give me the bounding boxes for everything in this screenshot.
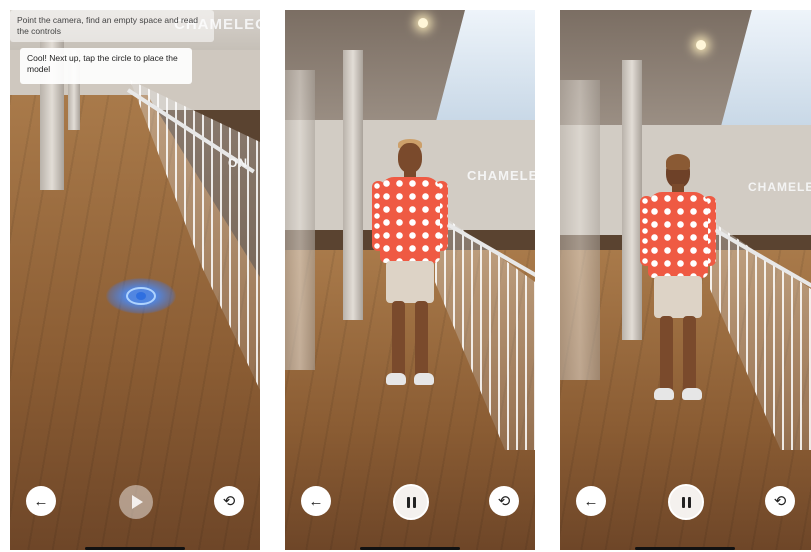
- pillar: [622, 60, 642, 340]
- instruction-banner: Point the camera, find an empty space an…: [10, 10, 214, 42]
- model-shoe: [414, 373, 434, 385]
- pause-button[interactable]: [668, 484, 704, 520]
- model-shorts: [654, 276, 702, 318]
- reset-button[interactable]: ⟲: [765, 486, 795, 516]
- model-shirt: [380, 177, 440, 263]
- back-button[interactable]: ←: [26, 486, 56, 516]
- model-shirt: [648, 192, 708, 278]
- model-shoe: [386, 373, 406, 385]
- home-indicator: [360, 547, 460, 550]
- model-shoe: [682, 388, 702, 400]
- ar-screen-placement: CHAMELEON ON Point the camera, find an e…: [10, 10, 260, 550]
- ar-screen-model-back: CHAMELE ← ⟲: [560, 10, 811, 550]
- tip-text: Cool! Next up, tap the circle to place t…: [27, 53, 178, 74]
- back-button[interactable]: ←: [576, 486, 606, 516]
- rotate-ccw-icon: ⟲: [773, 493, 787, 510]
- ceiling-lamp: [418, 18, 428, 28]
- ar-model-person-back[interactable]: [640, 154, 716, 413]
- model-leg: [683, 316, 696, 394]
- pause-icon: [406, 496, 416, 508]
- pause-button[interactable]: [393, 484, 429, 520]
- arrow-left-icon: ←: [583, 492, 599, 510]
- rotate-ccw-icon: ⟲: [497, 493, 511, 510]
- pillar: [560, 80, 600, 380]
- arrow-left-icon: ←: [308, 492, 324, 510]
- placement-target-circle[interactable]: [106, 278, 176, 314]
- pillar: [285, 70, 315, 370]
- model-leg: [392, 301, 405, 379]
- home-indicator: [635, 547, 735, 550]
- tip-banner: Cool! Next up, tap the circle to place t…: [20, 48, 192, 84]
- arrow-left-icon: ←: [33, 492, 49, 510]
- reset-button[interactable]: ⟲: [489, 486, 519, 516]
- model-shorts: [386, 261, 434, 303]
- model-leg: [415, 301, 428, 379]
- model-shoe: [654, 388, 674, 400]
- rotate-ccw-icon: ⟲: [222, 493, 236, 510]
- pause-icon: [681, 496, 691, 508]
- reset-button[interactable]: ⟲: [214, 486, 244, 516]
- instruction-text: Point the camera, find an empty space an…: [17, 15, 198, 36]
- model-leg: [660, 316, 673, 394]
- pillar: [343, 50, 363, 320]
- ceiling-lamp: [696, 40, 706, 50]
- ar-screen-model-front: CHAMELEO ← ⟲: [285, 10, 535, 550]
- brand-sign-secondary: ON: [228, 156, 248, 170]
- back-button[interactable]: ←: [301, 486, 331, 516]
- model-hair: [666, 154, 690, 170]
- target-center: [136, 292, 146, 300]
- ar-model-person-front[interactable]: [372, 139, 448, 398]
- brand-sign: CHAMELEO: [467, 168, 535, 183]
- play-button[interactable]: [119, 485, 153, 519]
- play-icon: [132, 495, 143, 509]
- home-indicator: [85, 547, 185, 550]
- brand-sign: CHAMELE: [748, 180, 811, 194]
